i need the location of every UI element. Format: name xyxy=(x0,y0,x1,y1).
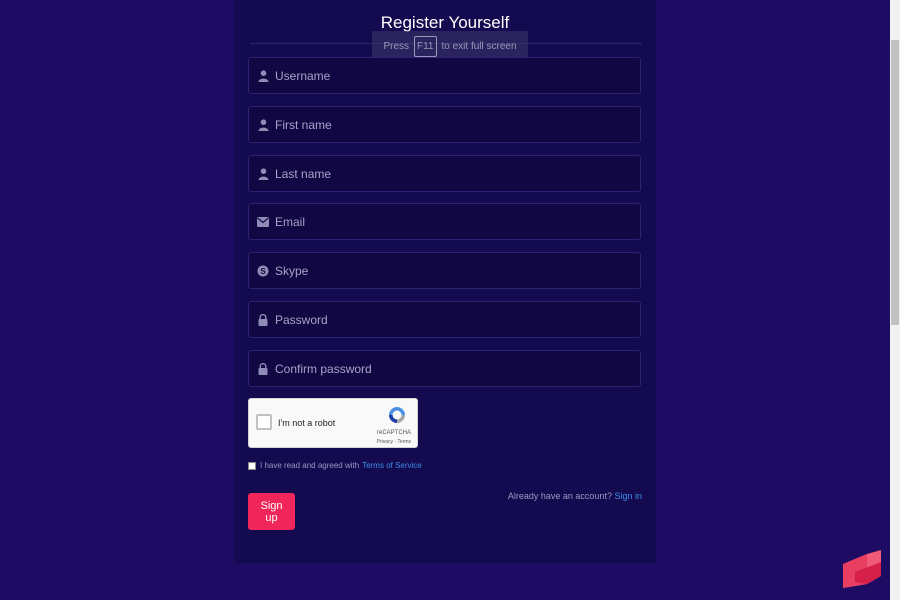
skype-field[interactable]: S xyxy=(248,252,641,289)
recaptcha-checkbox[interactable] xyxy=(256,414,272,430)
skype-input[interactable] xyxy=(275,263,640,278)
last-name-input[interactable] xyxy=(275,166,640,181)
password-input[interactable] xyxy=(275,312,640,327)
confirm-password-input[interactable] xyxy=(275,361,640,376)
terms-row: I have read and agreed with Terms of Ser… xyxy=(248,461,422,470)
terms-text: I have read and agreed with xyxy=(260,461,360,470)
recaptcha-widget: I'm not a robot reCAPTCHA Privacy - Term… xyxy=(248,398,418,448)
user-icon xyxy=(257,118,269,131)
first-name-field[interactable] xyxy=(248,106,641,143)
scrollbar-thumb[interactable] xyxy=(891,40,899,325)
skype-icon: S xyxy=(257,265,269,277)
first-name-input[interactable] xyxy=(275,117,640,132)
terms-of-service-link[interactable]: Terms of Service xyxy=(362,461,422,470)
brand-logo-icon xyxy=(843,550,881,588)
sign-in-link[interactable]: Sign in xyxy=(614,491,642,501)
password-field[interactable] xyxy=(248,301,641,338)
fullscreen-banner-prefix: Press xyxy=(383,41,409,52)
signin-prompt: Already have an account? Sign in xyxy=(508,491,642,501)
user-icon xyxy=(257,167,269,180)
confirm-password-field[interactable] xyxy=(248,350,641,387)
f11-key: F11 xyxy=(414,36,437,57)
email-input[interactable] xyxy=(275,214,640,229)
last-name-field[interactable] xyxy=(248,155,641,192)
envelope-icon xyxy=(257,216,269,228)
terms-checkbox[interactable] xyxy=(248,461,256,470)
page: Register Yourself Press F11 to exit full… xyxy=(0,0,900,600)
user-icon xyxy=(257,69,269,82)
lock-icon xyxy=(257,313,269,326)
username-input[interactable] xyxy=(275,68,640,83)
sign-up-button[interactable]: Sign up xyxy=(248,493,295,530)
recaptcha-links[interactable]: Privacy - Terms xyxy=(377,439,411,445)
email-field[interactable] xyxy=(248,203,641,240)
lock-icon xyxy=(257,362,269,375)
account-text: Already have an account? xyxy=(507,491,612,501)
recaptcha-logo-icon xyxy=(389,407,405,423)
page-title: Register Yourself xyxy=(380,13,510,32)
recaptcha-label: I'm not a robot xyxy=(278,418,336,428)
svg-text:S: S xyxy=(260,267,266,276)
username-field[interactable] xyxy=(248,57,641,94)
recaptcha-brand: reCAPTCHA xyxy=(376,430,411,436)
fullscreen-banner-suffix: to exit full screen xyxy=(441,41,517,52)
page-scrollbar[interactable] xyxy=(890,0,900,600)
